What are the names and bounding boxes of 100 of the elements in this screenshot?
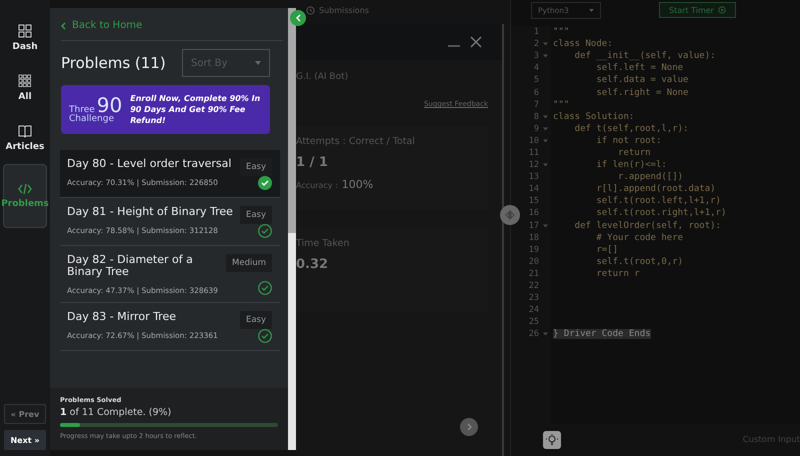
fold-icon[interactable] — [542, 138, 548, 143]
promo-banner[interactable]: Three 90 Challenge Enroll Now, Complete 90% In 90 Days And Get 90% Fee Refund! — [61, 85, 270, 134]
fold-icon[interactable] — [542, 114, 548, 119]
fold-icon[interactable] — [542, 54, 548, 58]
accuracy-label: Accuracy : — [296, 181, 338, 190]
close-button[interactable] — [470, 36, 482, 48]
panel-title: Problems (11) — [61, 54, 166, 72]
progress-count: 1 of 11 Complete. (9%) — [60, 407, 172, 418]
line-number: 24 — [528, 305, 539, 316]
fold-icon[interactable] — [542, 126, 548, 131]
sidebar-item[interactable]: Dash — [3, 14, 47, 62]
code-line: """ — [553, 100, 570, 110]
line-number: 6 — [532, 88, 539, 98]
problem-title: Day 80 - Level order traversal — [67, 158, 232, 170]
stat-value: 1 / 1 — [296, 155, 329, 170]
code-line: class Solution: — [553, 112, 634, 122]
sidebar-item[interactable]: Problems — [3, 164, 47, 228]
line-number: 7 — [532, 100, 539, 110]
lightbulb-icon — [546, 434, 558, 446]
code-line: self.t(root,0,r) — [595, 256, 684, 267]
minimize-icon — [448, 45, 460, 47]
accuracy-value: 100% — [342, 178, 374, 191]
prev-button[interactable]: « Prev — [4, 404, 46, 424]
code-line: def __init__(self, value): — [574, 51, 716, 62]
code-line: def t(self,root,l,r): — [574, 124, 688, 134]
fold-icon[interactable] — [542, 332, 548, 336]
book-icon — [18, 124, 32, 138]
problem-title: Day 82 - Diameter of a Binary Tree — [67, 254, 194, 278]
code-line: # Your code here — [595, 232, 684, 243]
code-line: if len(r)<=l: — [595, 160, 667, 170]
chevron-right-icon — [466, 423, 472, 431]
line-number: 8 — [532, 112, 539, 122]
code-line: self.t(root.left,l+1,r) — [595, 196, 721, 206]
line-number: 9 — [532, 124, 539, 134]
code-line: return r — [595, 268, 640, 279]
stat-value: 0.32 — [296, 257, 330, 272]
caret-icon — [255, 61, 261, 65]
line-number: 13 — [528, 172, 539, 182]
chevron-left-icon — [296, 14, 300, 22]
code-line: """ — [553, 27, 570, 38]
play-icon — [718, 6, 726, 14]
code-line: r.append([]) — [617, 172, 684, 182]
line-number: 21 — [528, 268, 539, 279]
code-line: self.right = None — [595, 88, 688, 98]
line-number: 10 — [528, 136, 539, 146]
problem-title: Day 81 - Height of Binary Tree — [67, 206, 234, 218]
line-number: 23 — [528, 293, 539, 304]
scrollbar-thumb[interactable] — [288, 8, 296, 233]
code-line: r=[] — [595, 244, 618, 255]
line-number: 11 — [528, 148, 539, 158]
sidebar-item[interactable]: Articles — [3, 114, 47, 162]
clock-icon — [306, 6, 315, 14]
banner-logo: Three 90 Challenge — [69, 95, 122, 124]
line-number: 14 — [528, 184, 539, 194]
code-line: def levelOrder(self, root): — [574, 220, 721, 231]
banner-text: Enroll Now, Complete 90% In 90 Days And Get 90% Fee Refund! — [130, 92, 262, 126]
stat-label: Time Taken — [296, 238, 350, 249]
back-link[interactable]: Back to Home — [61, 20, 283, 41]
lightbulb-button[interactable] — [543, 431, 561, 449]
line-number: 16 — [528, 208, 539, 218]
next-arrow-button[interactable] — [460, 418, 478, 436]
line-number: 1 — [532, 27, 539, 38]
fold-icon[interactable] — [542, 42, 548, 46]
line-number: 2 — [532, 39, 539, 50]
code-line: if not root: — [595, 136, 662, 146]
code-line: self.data = value — [595, 75, 688, 86]
line-number: 12 — [528, 160, 539, 170]
line-number: 26 — [528, 329, 539, 340]
code-line: r[l].append(root.data) — [595, 184, 716, 194]
code-icon — [18, 183, 32, 195]
dashboard-icon — [18, 24, 32, 38]
code-line: self.t(root.right,l+1,r) — [595, 208, 726, 218]
line-number: 18 — [528, 232, 539, 243]
line-number: 3 — [532, 51, 539, 62]
line-number: 15 — [528, 196, 539, 206]
line-number: 20 — [528, 256, 539, 267]
next-button[interactable]: Next » — [4, 430, 46, 450]
line-number: 5 — [532, 75, 539, 86]
resize-icon — [504, 210, 516, 220]
line-number: 19 — [528, 244, 539, 255]
fold-icon[interactable] — [542, 163, 548, 168]
caret-icon — [589, 8, 594, 12]
bot-label: G.I. (AI Bot) — [296, 71, 350, 82]
line-number: 22 — [528, 281, 539, 292]
fold-icon[interactable] — [542, 224, 548, 228]
difficulty-tag: Easy — [240, 311, 272, 330]
code-line: class Node: — [553, 39, 613, 50]
difficulty-tag: Easy — [240, 158, 272, 176]
difficulty-tag: Easy — [240, 206, 272, 224]
close-icon — [470, 36, 482, 48]
grid-icon — [18, 74, 32, 88]
stat-label: Attempts : Correct / Total — [296, 136, 416, 147]
sidebar-item[interactable]: All — [3, 64, 47, 112]
problem-title: Day 83 - Mirror Tree — [67, 311, 178, 324]
difficulty-tag: Medium — [226, 254, 272, 272]
line-number: 17 — [528, 220, 539, 231]
code-line: self.left = None — [595, 63, 684, 74]
line-number: 4 — [532, 63, 539, 74]
chevron-left-icon — [61, 22, 66, 30]
line-number: 25 — [528, 317, 539, 328]
